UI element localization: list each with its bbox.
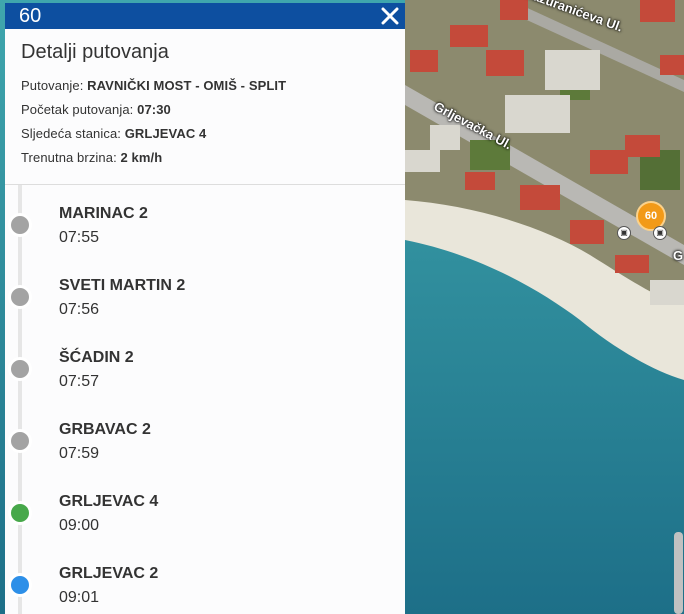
stop-time: 07:59: [59, 445, 100, 462]
stop-name: GRBAVAC 2: [59, 421, 151, 438]
stops-timeline[interactable]: MARINAC 2 07:55 SVETI MARTIN 2 07:56 ŠĆA…: [5, 185, 405, 614]
bus-stop-icon[interactable]: ▣: [617, 226, 631, 240]
page-title: Detalji putovanja: [21, 41, 169, 63]
street-label: G: [673, 248, 684, 263]
stop-status-dot: [8, 285, 32, 309]
start-label: Početak putovanja:: [21, 102, 134, 117]
next-stop-value: GRLJEVAC 4: [124, 126, 207, 141]
stop-name: ŠĆADIN 2: [59, 349, 134, 366]
stop-item[interactable]: GRLJEVAC 2 09:01: [5, 563, 385, 614]
stop-name: MARINAC 2: [59, 205, 148, 222]
stop-item[interactable]: GRBAVAC 2 07:59: [5, 419, 385, 491]
stop-item[interactable]: GRLJEVAC 4 09:00: [5, 491, 385, 563]
stop-item[interactable]: ŠĆADIN 2 07:57: [5, 347, 385, 419]
trip-row: Putovanje: RAVNIČKI MOST - OMIŠ - SPLIT: [21, 78, 389, 93]
stop-item[interactable]: SVETI MARTIN 2 07:56: [5, 275, 385, 347]
stop-status-dot: [8, 357, 32, 381]
start-value: 07:30: [137, 102, 171, 117]
scrollbar[interactable]: [674, 532, 683, 614]
stop-name: GRLJEVAC 4: [59, 493, 159, 510]
stop-status-dot: [8, 213, 32, 237]
panel-header: 60: [5, 3, 405, 29]
stop-name: GRLJEVAC 2: [59, 565, 159, 582]
next-stop-row: Sljedeća stanica: GRLJEVAC 4: [21, 126, 389, 141]
trip-info: Detalji putovanja Putovanje: RAVNIČKI MO…: [5, 29, 405, 165]
stop-time: 09:01: [59, 589, 100, 606]
trip-details-panel: 60 Detalji putovanja Putovanje: RAVNIČKI…: [5, 3, 405, 614]
stop-time: 07:56: [59, 301, 100, 318]
trip-label: Putovanje:: [21, 78, 84, 93]
stop-status-dot: [8, 573, 32, 597]
close-icon[interactable]: [379, 5, 401, 27]
bus-stop-icon[interactable]: ▣: [653, 226, 667, 240]
stop-name: SVETI MARTIN 2: [59, 277, 186, 294]
stop-time: 09:00: [59, 517, 100, 534]
start-row: Početak putovanja: 07:30: [21, 102, 389, 117]
stop-time: 07:57: [59, 373, 100, 390]
speed-row: Trenutna brzina: 2 km/h: [21, 150, 389, 165]
speed-value: 2 km/h: [120, 150, 163, 165]
stop-item[interactable]: MARINAC 2 07:55: [5, 203, 385, 275]
stop-status-dot: [8, 429, 32, 453]
stop-status-dot: [8, 501, 32, 525]
trip-value: RAVNIČKI MOST - OMIŠ - SPLIT: [87, 78, 287, 93]
next-stop-label: Sljedeća stanica:: [21, 126, 121, 141]
route-number: 60: [19, 5, 42, 27]
speed-label: Trenutna brzina:: [21, 150, 117, 165]
stop-time: 07:55: [59, 229, 100, 246]
